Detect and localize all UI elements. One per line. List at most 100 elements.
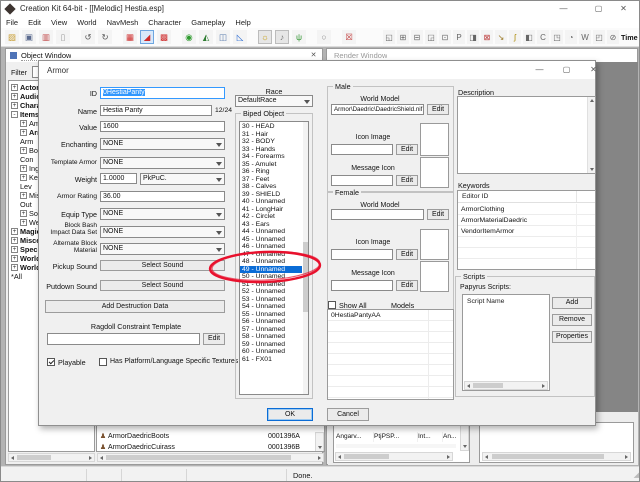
playable-checkbox[interactable] [47,358,55,366]
biped-slot-item[interactable]: 51 - Unnamed [240,281,302,289]
grass-icon[interactable]: ψ [292,30,306,44]
preview-hscrollbar[interactable] [335,452,453,461]
tree-hscrollbar[interactable] [8,453,95,462]
landscape-icon[interactable]: ◭ [199,30,213,44]
biped-slot-item[interactable]: 33 - Hands [240,146,302,154]
script-remove-button[interactable]: Remove [552,314,592,326]
dialog-maximize-button[interactable]: ▢ [558,63,575,76]
biped-slot-item[interactable]: 37 - Feet [240,176,302,184]
female-message-icon-input[interactable] [331,280,393,291]
biped-slot-item[interactable]: 54 - Unnamed [240,303,302,311]
biped-slot-item[interactable]: 45 - Unnamed [240,236,302,244]
window-tool-icon[interactable]: ʃ [509,30,521,44]
biped-slot-item[interactable]: 61 - FX01 [240,356,302,364]
window-tool-icon[interactable]: ◧ [523,30,535,44]
biped-slot-item[interactable]: 40 - Unnamed [240,198,302,206]
menu-item[interactable]: Character [143,17,186,28]
show-all-checkbox[interactable] [328,301,336,309]
dialogue-icon[interactable]: ○ [317,30,331,44]
biped-slot-item[interactable]: 57 - Unnamed [240,326,302,334]
biped-slot-item[interactable]: 31 - Hair [240,131,302,139]
biped-slot-item[interactable]: 48 - Unnamed [240,258,302,266]
ragdoll-template-input[interactable] [47,333,200,345]
delete-icon[interactable]: ▯ [56,30,70,44]
object-list-vscrollbar[interactable] [315,432,324,452]
biped-slot-item[interactable]: 58 - Unnamed [240,333,302,341]
keyword-row[interactable]: ArmorMaterialDaedric [458,215,595,226]
dialog-minimize-button[interactable]: — [531,63,548,76]
window-tool-icon[interactable]: ⊘ [607,30,619,44]
object-row[interactable]: ♟ArmorDaedricBoots0001396A [98,431,310,442]
female-icon-image-input[interactable] [331,249,393,260]
effects-icon[interactable]: ☒ [342,30,356,44]
window-tool-icon[interactable]: ◔ [565,30,577,44]
script-list-hscrollbar[interactable] [464,381,548,390]
armor-rating-input[interactable]: 36.00 [100,191,225,202]
redo-icon[interactable]: ↻ [98,30,112,44]
window-tool-icon[interactable]: ↘ [495,30,507,44]
resize-grip[interactable]: ◢ [634,471,639,479]
save-icon[interactable]: ▣ [22,30,36,44]
world-icon[interactable]: ◉ [182,30,196,44]
keyword-row[interactable]: ArmorClothing [458,204,595,215]
block-bash-select[interactable]: NONE [100,226,225,238]
maximize-button[interactable]: ▢ [590,2,607,15]
biped-slot-item[interactable]: 38 - Calves [240,183,302,191]
biped-slot-item[interactable]: 41 - LongHair [240,206,302,214]
value-input[interactable]: 1600 [100,121,225,132]
biped-vscrollbar[interactable] [303,122,308,394]
race-select[interactable]: DefaultRace [235,95,313,107]
window-tool-icon[interactable]: ⊠ [481,30,493,44]
platform-textures-checkbox[interactable] [99,358,107,366]
male-icon-image-edit-button[interactable]: Edit [396,144,418,155]
close-button[interactable]: ✕ [615,2,632,15]
script-add-button[interactable]: Add [552,297,592,309]
window-tool-icon[interactable]: P [453,30,465,44]
menu-item[interactable]: Edit [23,17,46,28]
equip-type-select[interactable]: NONE [100,208,225,220]
script-name-header[interactable]: Script Name [467,298,504,305]
snap-to-connect-points-icon[interactable]: ▩ [157,30,171,44]
biped-slot-item[interactable]: 52 - Unnamed [240,288,302,296]
biped-slot-item[interactable]: 60 - Unnamed [240,348,302,356]
weight-input[interactable]: 1.0000 [100,173,137,184]
weight-class-select[interactable]: PkPuC. [140,173,225,185]
menu-item[interactable]: Help [230,17,255,28]
animation-icon[interactable]: ◺ [233,30,247,44]
window-tool-icon[interactable]: ◲ [425,30,437,44]
enchanting-select[interactable]: NONE [100,138,225,150]
snap-to-grid-icon[interactable]: ▦ [123,30,137,44]
biped-slot-item[interactable]: 50 - Unnamed [240,273,302,281]
window-tool-icon[interactable]: ◰ [593,30,605,44]
cancel-button[interactable]: Cancel [327,408,369,421]
render-hscrollbar[interactable] [482,452,631,461]
template-armor-select[interactable]: NONE [100,157,225,169]
window-tool-icon[interactable]: C [537,30,549,44]
female-world-model-input[interactable] [331,209,424,220]
male-message-icon-edit-button[interactable]: Edit [396,175,418,186]
preview-vscrollbar[interactable] [460,424,469,451]
window-tool-icon[interactable]: ⊟ [411,30,423,44]
keyword-row[interactable]: VendorItemArmor [458,226,595,237]
minimize-button[interactable]: — [555,2,572,15]
model-row[interactable]: 0HestiaPantyAA [328,310,453,321]
biped-slot-item[interactable]: 55 - Unnamed [240,311,302,319]
male-message-icon-input[interactable] [331,175,393,186]
undo-icon[interactable]: ↺ [81,30,95,44]
male-world-model-edit-button[interactable]: Edit [427,104,449,115]
menu-item[interactable]: Gameplay [186,17,230,28]
object-list-hscrollbar[interactable] [97,453,324,462]
name-input[interactable]: Hestia Panty [100,105,212,116]
window-tool-icon[interactable]: ⊞ [397,30,409,44]
version-control-icon[interactable]: ▥ [39,30,53,44]
havok-icon[interactable]: ◫ [216,30,230,44]
biped-slot-item[interactable]: 39 - SHIELD [240,191,302,199]
male-icon-image-input[interactable] [331,144,393,155]
snap-to-angle-icon[interactable]: ◢ [140,30,154,44]
alt-block-material-select[interactable]: NONE [100,243,225,255]
menu-item[interactable]: NavMesh [102,17,144,28]
keywords-header[interactable]: Editor ID [462,193,488,200]
dialog-close-button[interactable]: ✕ [585,63,602,76]
biped-slot-item[interactable]: 44 - Unnamed [240,228,302,236]
biped-slot-item[interactable]: 30 - HEAD [240,123,302,131]
